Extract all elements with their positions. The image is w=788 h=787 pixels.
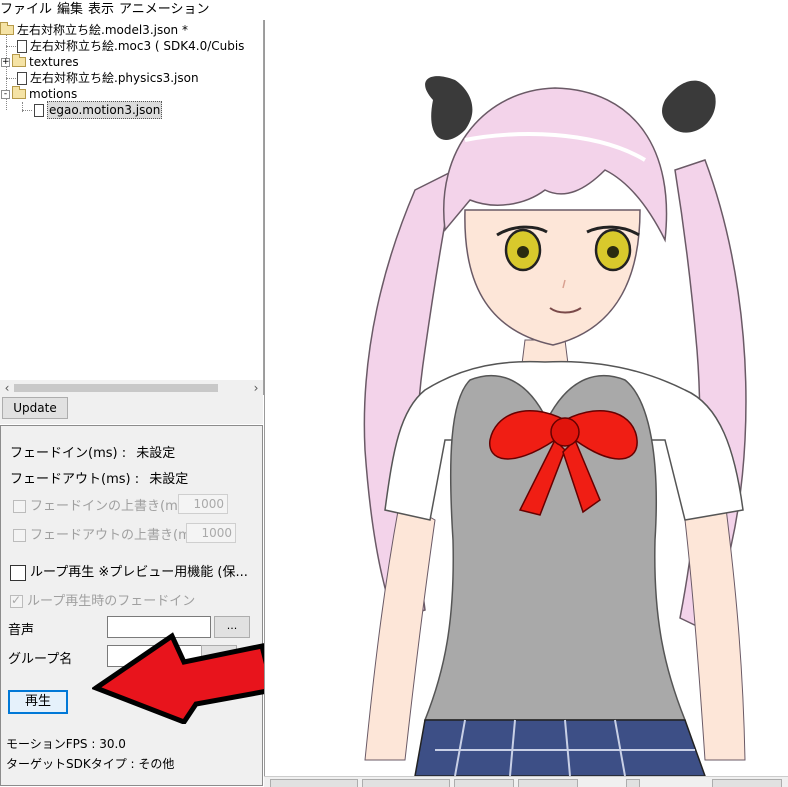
play-button[interactable]: 再生 [8,690,68,714]
menu-view[interactable]: 表示 [88,1,119,19]
skirt [414,719,706,776]
horizontal-scrollbar[interactable]: ‹ › [0,380,263,396]
scroll-right-icon[interactable]: › [249,380,263,396]
scroll-thumb[interactable] [14,384,218,392]
folder-open-icon [12,86,26,99]
update-area: Update [0,396,263,424]
loop-play-row: ループ再生 ※プレビュー用機能 (保... [10,561,248,581]
loop-play-checkbox[interactable] [10,564,26,581]
tree-line [6,78,16,79]
collapse-icon[interactable]: - [1,89,10,99]
tree-item-label: 左右対称立ち絵.physics3.json [30,71,199,85]
target-sdk: ターゲットSDKタイプ : その他 [6,757,175,771]
tree-item-label: 左右対称立ち絵.moc3 ( SDK4.0/Cubis [30,39,245,53]
tree-item-label: egao.motion3.json [47,101,163,119]
menu-bar: ファイル 編集 表示 アニメーション [0,0,788,20]
override-fade-in-checkbox[interactable] [13,500,26,513]
right-arm [684,499,746,761]
file-icon [17,39,27,53]
file-tree-panel: 左右対称立ち絵.model3.json * 左右対称立ち絵.moc3 ( SDK… [0,20,264,395]
sound-label: 音声 [8,623,35,638]
file-icon [34,103,44,117]
update-button[interactable]: Update [2,397,68,419]
character-illustration [363,76,747,776]
expand-icon[interactable]: + [1,57,10,67]
group-label: グループ名 [8,652,73,667]
left-pupil [517,246,529,258]
left-ribbon [425,76,473,140]
fade-in-label: フェードイン(ms) : [10,446,127,461]
override-fade-out-checkbox[interactable] [13,529,26,542]
tree-item-physics[interactable]: 左右対称立ち絵.physics3.json [17,70,199,86]
fade-out-ms-input[interactable]: 1000 [186,523,236,543]
fade-in-value: 未設定 [136,446,176,461]
preview-bottom-toolbar [264,776,788,787]
tree-item-label: motions [29,87,78,101]
folder-icon [12,54,26,67]
bow-knot [550,417,580,447]
loop-fade-in-label: ループ再生時のフェードイン [27,594,196,609]
menu-edit[interactable]: 編集 [57,1,88,19]
menu-animation[interactable]: アニメーション [119,1,214,19]
override-fade-out-row: フェードアウトの上書き(ms) [13,524,203,543]
loop-play-label: ループ再生 ※プレビュー用機能 (保... [30,565,248,580]
fade-out-row: フェードアウト(ms) : 未設定 [10,468,188,487]
fade-in-row: フェードイン(ms) : 未設定 [10,442,175,461]
tree-item-label: 左右対称立ち絵.model3.json * [17,23,188,37]
scroll-left-icon[interactable]: ‹ [0,380,14,396]
red-arrow-annotation [92,632,274,724]
tree-item-textures[interactable]: + textures [1,54,79,70]
tree-item-label: textures [29,55,79,69]
tree-line [22,110,32,111]
override-fade-in-row: フェードインの上書き(ms) [13,495,190,514]
model-preview-canvas[interactable] [264,20,788,776]
fade-in-ms-input[interactable]: 1000 [178,494,228,514]
tree-line [6,46,16,47]
folder-open-icon [0,22,14,35]
loop-fade-in-checkbox[interactable] [10,593,23,608]
motion-properties-panel: フェードイン(ms) : 未設定 フェードアウト(ms) : 未設定 フェードイ… [0,425,263,786]
tree-item-motions[interactable]: - motions [1,86,77,102]
menu-file[interactable]: ファイル [0,1,57,19]
right-ribbon [662,80,716,133]
override-fade-in-label: フェードインの上書き(ms) [30,499,190,514]
motion-fps: モーションFPS : 30.0 [6,737,126,751]
arrow-shape [92,632,274,724]
file-icon [17,71,27,85]
fade-out-value: 未設定 [149,472,189,487]
tree-item-model[interactable]: 左右対称立ち絵.model3.json * [0,22,188,38]
fade-out-label: フェードアウト(ms) : [10,472,140,487]
right-pupil [607,246,619,258]
override-fade-out-label: フェードアウトの上書き(ms) [30,528,203,543]
loop-fade-in-row: ループ再生時のフェードイン [10,590,195,609]
tree-item-egao[interactable]: egao.motion3.json [34,101,163,119]
tree-item-moc[interactable]: 左右対称立ち絵.moc3 ( SDK4.0/Cubis [17,38,244,54]
